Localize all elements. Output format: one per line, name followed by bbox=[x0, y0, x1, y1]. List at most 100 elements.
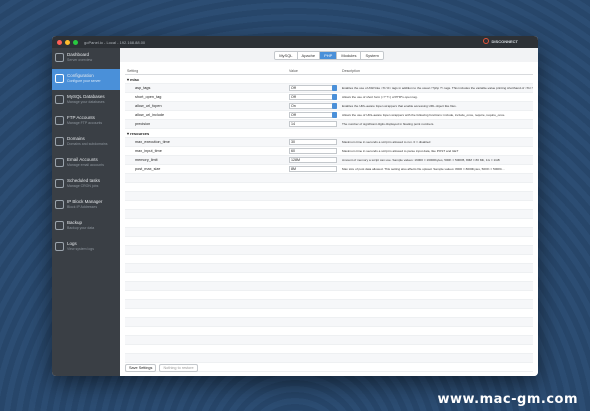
table-row: precision 14 The number of significant dig… bbox=[125, 120, 533, 129]
watermark: www.mac-gm.com bbox=[437, 392, 578, 407]
setting-name: allow_url_include bbox=[135, 113, 165, 117]
setting-description: Max size of post data allowed. This sett… bbox=[342, 167, 505, 171]
tab-bar: MySQL Apache PHP Modules System bbox=[120, 48, 538, 62]
empty-row bbox=[125, 174, 533, 183]
table-header: Setting Value Description bbox=[125, 68, 533, 75]
setting-name: max_input_time bbox=[135, 149, 162, 153]
table-row: asp_tags Off Enables the use of ASP-like <… bbox=[125, 84, 533, 93]
group-label: ▾ resources bbox=[127, 130, 150, 136]
value-select[interactable]: On bbox=[289, 103, 337, 109]
empty-row bbox=[125, 192, 533, 201]
sidebar-item-scheduled-tasks[interactable]: Scheduled tasks Manage CRON jobs bbox=[52, 174, 120, 195]
clock-icon bbox=[55, 179, 64, 188]
empty-row bbox=[125, 201, 533, 210]
value-select[interactable]: Off bbox=[289, 94, 337, 100]
sidebar-item-sub: Manage CRON jobs bbox=[67, 184, 99, 188]
sidebar-item-sub: Manage FTP accounts bbox=[67, 121, 103, 125]
sidebar-item-sub: Manage your databases bbox=[67, 100, 105, 104]
sidebar-item-domains[interactable]: Domains Domains and subdomains bbox=[52, 132, 120, 153]
group-row-resources[interactable]: ▾ resources bbox=[125, 129, 533, 138]
title-bar: goPanel.io - Local - 192.168.88.00 DISCO… bbox=[52, 36, 538, 48]
table-row: post_max_size 8M Max size of post data all… bbox=[125, 165, 533, 174]
tab-mysql[interactable]: MySQL bbox=[275, 51, 298, 59]
disconnect-button[interactable]: DISCONNECT bbox=[482, 38, 518, 44]
sidebar-item-sub: Block IP Addresses bbox=[67, 205, 98, 209]
sidebar-item-mysql-databases[interactable]: MySQL Databases Manage your databases bbox=[52, 90, 120, 111]
table-row: short_open_tag Off Allows the use of short… bbox=[125, 93, 533, 102]
group-row-misc[interactable]: ▾ misc bbox=[125, 75, 533, 84]
empty-row bbox=[125, 318, 533, 327]
setting-name: allow_url_fopen bbox=[135, 104, 162, 108]
save-settings-button[interactable]: Save Settings bbox=[125, 364, 157, 372]
power-icon bbox=[482, 38, 489, 44]
table-row: max_execution_time 30 Maximum time in seco… bbox=[125, 138, 533, 147]
restore-button[interactable]: Nothing to restore bbox=[159, 364, 198, 372]
close-icon[interactable] bbox=[57, 39, 62, 45]
empty-row bbox=[125, 291, 533, 300]
sidebar-item-sub: Backup your data bbox=[67, 226, 95, 230]
value-select[interactable]: Off bbox=[289, 85, 337, 91]
table-body: ▾ misc asp_tags Off Enables the use of ASP-… bbox=[125, 75, 533, 372]
setting-description: Maximum time in seconds a script is allo… bbox=[342, 140, 431, 144]
sidebar-item-logs[interactable]: Logs View system logs bbox=[52, 237, 120, 258]
value-input[interactable]: 8M bbox=[289, 166, 337, 172]
tab-php[interactable]: PHP bbox=[320, 51, 338, 59]
group-label: ▾ misc bbox=[127, 76, 140, 82]
empty-row bbox=[125, 246, 533, 255]
tab-modules[interactable]: Modules bbox=[337, 51, 362, 59]
setting-name: post_max_size bbox=[135, 167, 161, 171]
sidebar-item-backup[interactable]: Backup Backup your data bbox=[52, 216, 120, 237]
setting-description: Maximum time in seconds a script is allo… bbox=[342, 149, 459, 153]
empty-row bbox=[125, 354, 533, 363]
app-window: goPanel.io - Local - 192.168.88.00 DISCO… bbox=[52, 36, 538, 376]
value-input[interactable]: 60 bbox=[289, 148, 337, 154]
empty-row bbox=[125, 345, 533, 354]
database-icon bbox=[55, 95, 64, 104]
sidebar: Dashboard Server overview Configuration … bbox=[52, 48, 120, 376]
table-row: allow_url_include Off Allows the use of UR… bbox=[125, 111, 533, 120]
column-header-value: Value bbox=[289, 69, 298, 73]
setting-description: Allows the use of short form (<? ?>) of … bbox=[342, 95, 418, 99]
sidebar-item-sub: Manage email accounts bbox=[67, 163, 104, 167]
backup-icon bbox=[55, 221, 64, 230]
logs-icon bbox=[55, 242, 64, 251]
sidebar-item-sub: Configure your server bbox=[67, 79, 101, 83]
value-input[interactable]: 30 bbox=[289, 139, 337, 145]
table-row: max_input_time 60 Maximum time in seconds … bbox=[125, 147, 533, 156]
window-controls bbox=[57, 39, 78, 45]
value-select[interactable]: Off bbox=[289, 112, 337, 118]
configuration-icon bbox=[55, 74, 64, 83]
empty-row bbox=[125, 300, 533, 309]
value-input[interactable]: 128M bbox=[289, 157, 337, 163]
main-content: MySQL Apache PHP Modules System Setting … bbox=[120, 48, 538, 376]
empty-row bbox=[125, 282, 533, 291]
minimize-icon[interactable] bbox=[65, 39, 70, 45]
maximize-icon[interactable] bbox=[73, 39, 78, 45]
sidebar-item-sub: Domains and subdomains bbox=[67, 142, 108, 146]
empty-row bbox=[125, 183, 533, 192]
setting-description: Amount of memory a script can use. Sampl… bbox=[342, 158, 500, 162]
email-icon bbox=[55, 158, 64, 167]
sidebar-item-ip-block-manager[interactable]: IP Block Manager Block IP Addresses bbox=[52, 195, 120, 216]
table-row: memory_limit 128M Amount of memory a scrip… bbox=[125, 156, 533, 165]
sidebar-item-ftp-accounts[interactable]: FTP Accounts Manage FTP accounts bbox=[52, 111, 120, 132]
sidebar-item-dashboard[interactable]: Dashboard Server overview bbox=[52, 48, 120, 69]
column-header-description: Description bbox=[342, 69, 360, 73]
sidebar-item-sub: View system logs bbox=[67, 247, 94, 251]
sidebar-item-configuration[interactable]: Configuration Configure your server bbox=[52, 69, 120, 90]
column-header-setting: Setting bbox=[127, 69, 139, 73]
empty-row bbox=[125, 228, 533, 237]
setting-description: Enables the URL-aware fopen wrappers tha… bbox=[342, 104, 457, 108]
shield-icon bbox=[55, 200, 64, 209]
tab-apache[interactable]: Apache bbox=[297, 51, 321, 59]
value-input[interactable]: 14 bbox=[289, 121, 337, 127]
tab-system[interactable]: System bbox=[361, 51, 383, 59]
empty-row bbox=[125, 264, 533, 273]
empty-row bbox=[125, 327, 533, 336]
setting-name: memory_limit bbox=[135, 158, 158, 162]
sidebar-item-email-accounts[interactable]: Email Accounts Manage email accounts bbox=[52, 153, 120, 174]
sidebar-item-sub: Server overview bbox=[67, 58, 93, 62]
setting-description: Enables the use of ASP-like <% %> tags i… bbox=[342, 86, 533, 90]
setting-name: max_execution_time bbox=[135, 140, 170, 144]
table-row: allow_url_fopen On Enables the URL-aware f… bbox=[125, 102, 533, 111]
